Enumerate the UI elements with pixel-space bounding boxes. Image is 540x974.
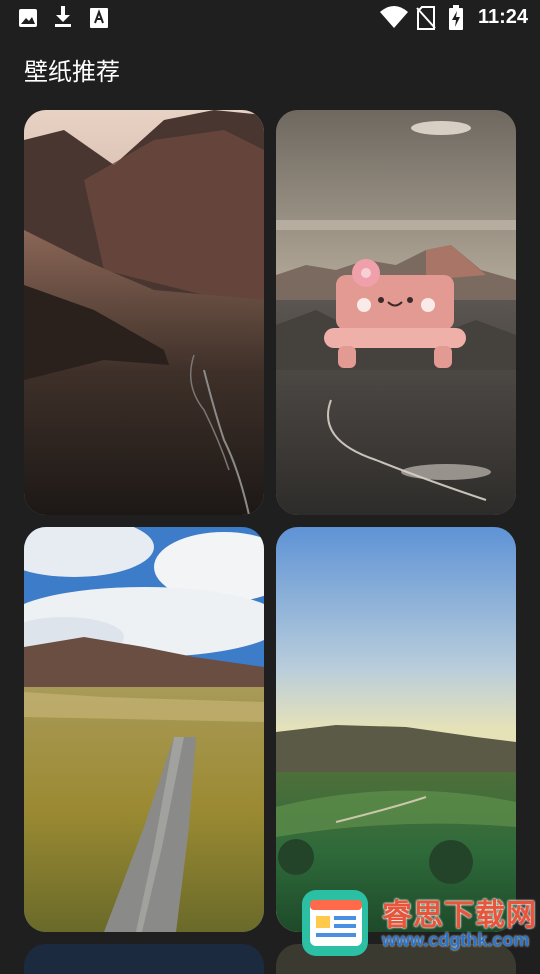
battery-charging-icon bbox=[449, 5, 463, 30]
wallpaper-card-5-partial[interactable] bbox=[24, 944, 264, 974]
wallpaper-card-2[interactable] bbox=[276, 110, 516, 515]
wallpaper-image bbox=[24, 110, 264, 515]
wallpaper-image bbox=[276, 110, 516, 515]
watermark-url: www.cdgthk.com bbox=[382, 930, 530, 950]
page-title: 壁纸推荐 bbox=[24, 58, 120, 86]
watermark: 睿思下载网 www.cdgthk.com bbox=[296, 884, 540, 960]
wallpaper-image bbox=[24, 527, 264, 932]
font-a-icon bbox=[90, 8, 108, 28]
wallpaper-image bbox=[276, 527, 516, 932]
image-icon bbox=[19, 9, 37, 27]
wallpaper-card-4[interactable] bbox=[276, 527, 516, 932]
wallpaper-card-3[interactable] bbox=[24, 527, 264, 932]
no-sim-icon bbox=[416, 6, 436, 30]
wallpaper-card-1[interactable] bbox=[24, 110, 264, 515]
watermark-logo-icon bbox=[302, 890, 368, 956]
watermark-text: 睿思下载网 bbox=[382, 898, 537, 933]
wifi-icon bbox=[380, 6, 408, 28]
status-time: 11:24 bbox=[477, 6, 528, 28]
status-bar: 11:24 bbox=[0, 0, 540, 36]
download-icon bbox=[55, 6, 71, 27]
